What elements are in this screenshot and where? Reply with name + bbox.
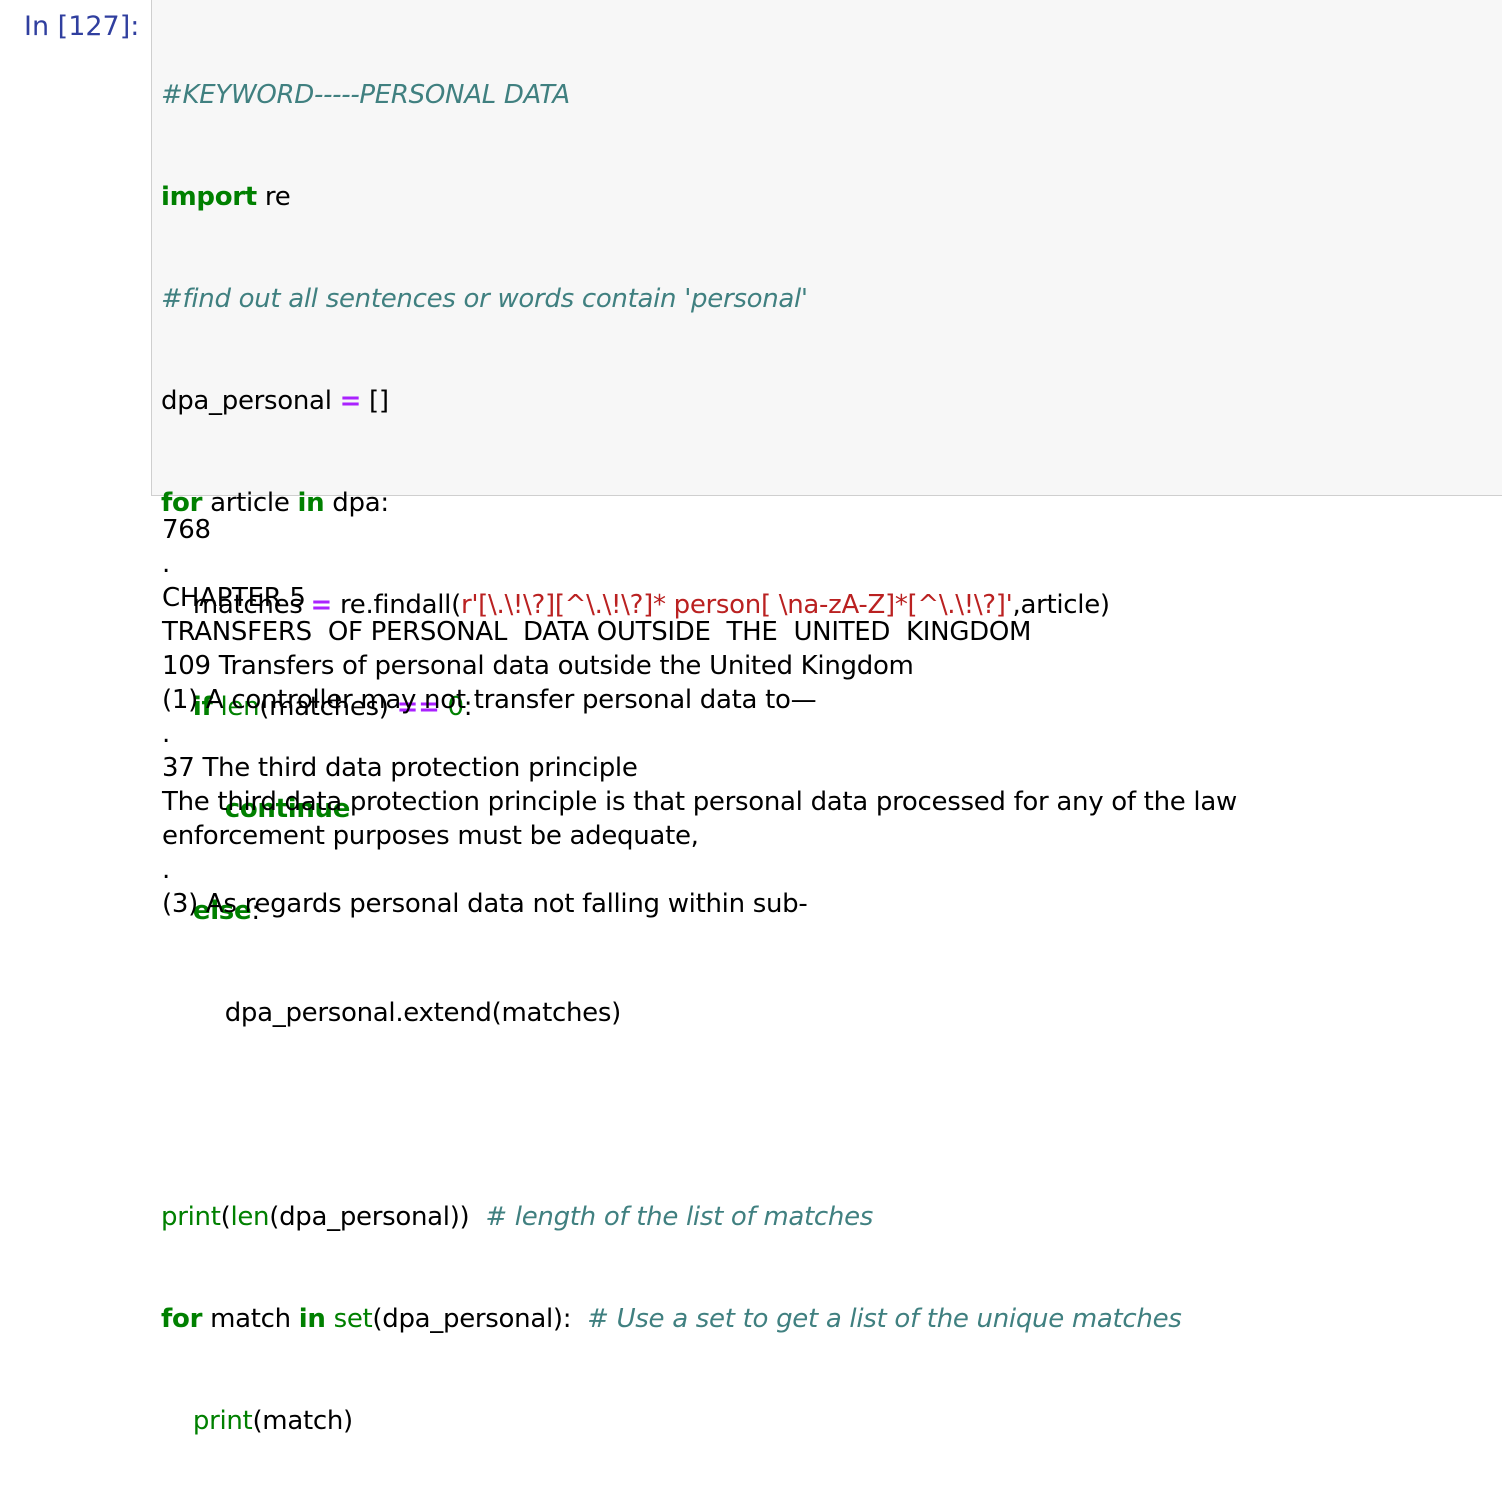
code-text: match xyxy=(202,1304,299,1334)
code-text: (match) xyxy=(252,1406,353,1436)
code-text: ( xyxy=(220,1202,231,1232)
output-line: 768 xyxy=(162,515,211,545)
input-prompt: In [127]: xyxy=(24,11,140,42)
keyword-for: for xyxy=(161,1304,203,1334)
output-line: TRANSFERS OF PERSONAL DATA OUTSIDE THE U… xyxy=(162,617,1032,647)
code-line-13: for match in set(dpa_personal): # Use a … xyxy=(161,1302,1182,1336)
variable: dpa_personal xyxy=(161,386,340,416)
builtin-set: set xyxy=(333,1304,373,1334)
code-text: (dpa_personal)) xyxy=(269,1202,486,1232)
code-line-14: print(match) xyxy=(161,1404,1182,1438)
code-text: (dpa_personal): xyxy=(372,1304,588,1334)
output-line: CHAPTER 5 xyxy=(162,583,306,613)
code-comment: # Use a set to get a list of the unique … xyxy=(587,1304,1182,1334)
code-line-1: #KEYWORD-----PERSONAL DATA xyxy=(161,78,1182,112)
code-line-10: dpa_personal.extend(matches) xyxy=(161,996,1182,1030)
builtin-print: print xyxy=(192,1406,253,1436)
output-line: 109 Transfers of personal data outside t… xyxy=(162,651,914,681)
keyword-import: import xyxy=(161,182,257,212)
notebook-cell: In [127]: #KEYWORD-----PERSONAL DATA imp… xyxy=(0,0,1502,1436)
builtin-print: print xyxy=(161,1202,221,1232)
keyword-in: in xyxy=(298,1304,326,1334)
builtin-len: len xyxy=(230,1202,270,1232)
code-comment: #find out all sentences or words contain… xyxy=(161,284,808,314)
cell-output: 768 . CHAPTER 5 TRANSFERS OF PERSONAL DA… xyxy=(162,513,1482,921)
code-comment: #KEYWORD-----PERSONAL DATA xyxy=(161,80,570,110)
module-name: re xyxy=(256,182,291,212)
output-line: (1) A controller may not transfer person… xyxy=(162,685,817,715)
code-line-3: #find out all sentences or words contain… xyxy=(161,282,1182,316)
output-line: . xyxy=(162,549,170,579)
output-line: (3) As regards personal data not falling… xyxy=(162,889,808,919)
code-line-12: print(len(dpa_personal)) # length of the… xyxy=(161,1200,1182,1234)
code-text: [] xyxy=(361,386,389,416)
code-comment: # length of the list of matches xyxy=(485,1202,874,1232)
output-line: . xyxy=(162,719,170,749)
output-line: . xyxy=(162,855,170,885)
code-line-2: import re xyxy=(161,180,1182,214)
operator: = xyxy=(339,386,362,416)
output-line: The third data protection principle is t… xyxy=(162,787,1237,817)
code-line-4: dpa_personal = [] xyxy=(161,384,1182,418)
code-text: dpa_personal.extend(matches) xyxy=(161,998,622,1028)
output-line: 37 The third data protection principle xyxy=(162,753,638,783)
output-line: enforcement purposes must be adequate, xyxy=(162,821,699,851)
